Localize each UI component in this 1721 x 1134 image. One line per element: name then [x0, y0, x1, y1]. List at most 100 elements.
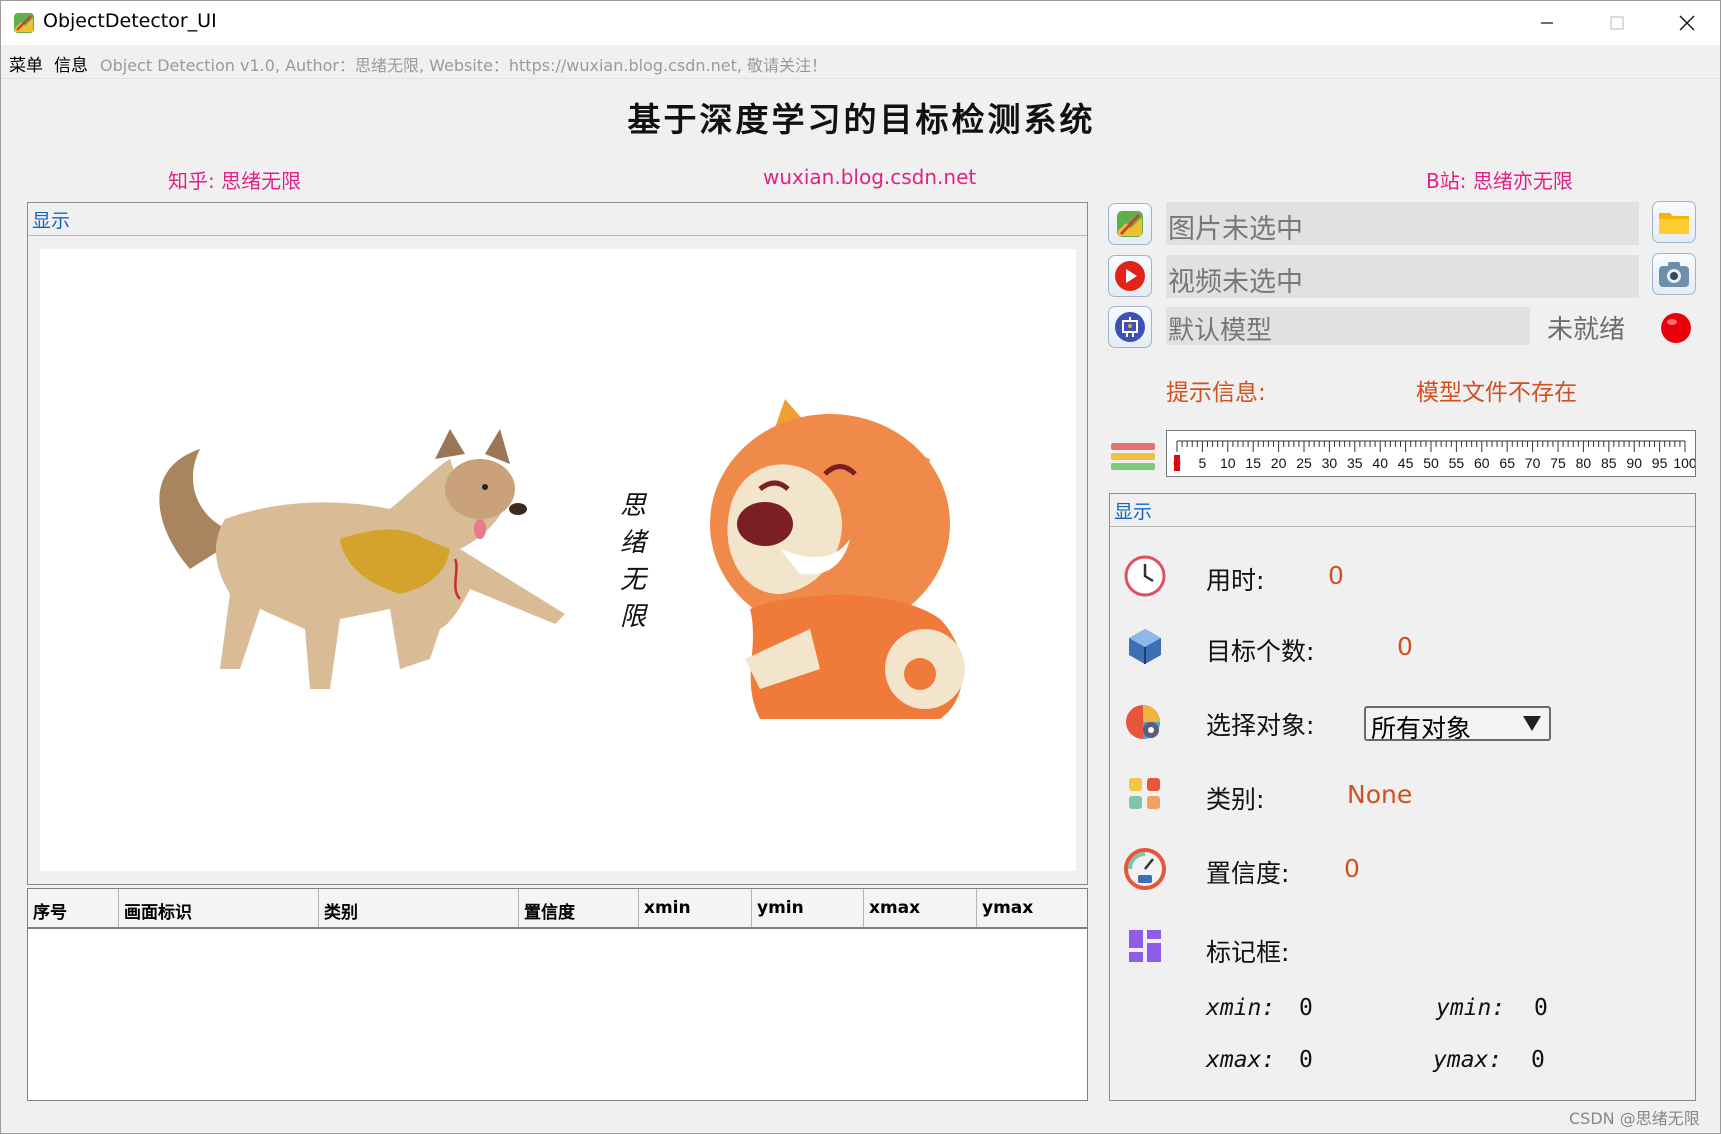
app-icon [14, 13, 34, 33]
category-icon [1129, 778, 1160, 809]
model-status-text: 未就绪 [1547, 315, 1626, 345]
divider [1110, 526, 1695, 527]
image-icon [1117, 211, 1143, 237]
count-value: 0 [1397, 632, 1413, 661]
slider-label: 95 [1652, 455, 1668, 471]
slider-scale: 0510152025303540455055606570758085909510… [1173, 440, 1697, 471]
time-label: 用时: [1206, 566, 1265, 595]
slider-label: 25 [1296, 455, 1312, 471]
column-header[interactable]: ymin [752, 889, 864, 927]
object-select-value: 所有对象 [1371, 714, 1472, 743]
threshold-slider[interactable]: 0510152025303540455055606570758085909510… [1166, 430, 1697, 477]
open-image-button[interactable] [1108, 203, 1152, 245]
walking-dog-image [159, 429, 565, 689]
window-title: ObjectDetector_UI [43, 10, 217, 32]
time-value: 0 [1328, 561, 1344, 590]
display-group: 显示 思 绪 无 限 [27, 202, 1088, 885]
column-header[interactable]: xmax [864, 889, 977, 927]
threshold-icon [1111, 443, 1155, 470]
clock-icon [1124, 555, 1166, 597]
table-header: 序号 画面标识 类别 置信度 xmin ymin xmax ymax [28, 889, 1087, 929]
camera-icon [1659, 262, 1689, 287]
sitting-dog-image [710, 399, 965, 719]
column-header[interactable]: ymax [977, 889, 1087, 927]
select-label: 选择对象: [1206, 711, 1315, 740]
slider-label: 15 [1245, 455, 1261, 471]
gauge-icon [1124, 848, 1166, 890]
slider-label: 10 [1220, 455, 1236, 471]
class-label: 类别: [1206, 785, 1265, 814]
maximize-button[interactable] [1582, 1, 1652, 45]
object-select[interactable]: 所有对象 [1364, 706, 1551, 743]
bounding-box-icon [1129, 930, 1161, 962]
slider-label: 50 [1423, 455, 1439, 471]
website-link[interactable]: wuxian.blog.csdn.net [763, 165, 976, 189]
ymax-label: ymax: [1433, 1047, 1503, 1073]
zhihu-link[interactable]: 知乎: 思绪无限 [168, 165, 301, 194]
count-label: 目标个数: [1206, 637, 1315, 666]
xmax-label: xmax: [1206, 1047, 1276, 1073]
column-header[interactable]: xmin [639, 889, 752, 927]
cube-icon [1129, 629, 1161, 664]
select-model-button[interactable] [1108, 306, 1152, 348]
column-header[interactable]: 类别 [319, 889, 519, 927]
slider-label: 20 [1271, 455, 1287, 471]
class-value: None [1347, 780, 1413, 809]
image-display: 思 绪 无 限 [40, 249, 1076, 871]
close-button[interactable] [1652, 1, 1721, 45]
image-path-field[interactable]: 图片未选中 [1166, 202, 1639, 245]
slider-label: 70 [1525, 455, 1541, 471]
xmax-value: 0 [1299, 1047, 1313, 1073]
open-folder-button[interactable] [1652, 201, 1696, 243]
model-icon [1115, 312, 1145, 342]
caption-char: 无 [620, 565, 649, 595]
page-title: 基于深度学习的目标检测系统 [627, 100, 1096, 139]
title-bar: ObjectDetector_UI [1, 1, 1720, 45]
folder-icon [1659, 213, 1689, 234]
ymin-value: 0 [1534, 995, 1548, 1021]
xmin-label: xmin: [1206, 995, 1276, 1021]
slider-label: 100 [1673, 455, 1695, 471]
app-window: ObjectDetector_UI 菜单 信息 Object Detection… [0, 0, 1721, 1134]
slider-label: 60 [1474, 455, 1490, 471]
dog-illustration: 思 绪 无 限 [159, 399, 965, 719]
caption-char: 绪 [620, 528, 650, 558]
slider-label: 85 [1601, 455, 1617, 471]
dropdown-arrow-icon [1523, 716, 1541, 731]
info-text: Object Detection v1.0, Author：思绪无限, Webs… [100, 56, 828, 75]
open-video-button[interactable] [1108, 255, 1152, 297]
display-group-title: 显示 [32, 210, 71, 232]
slider-label: 75 [1550, 455, 1566, 471]
results-table[interactable]: 序号 画面标识 类别 置信度 xmin ymin xmax ymax [27, 888, 1088, 1101]
video-path-field[interactable]: 视频未选中 [1166, 255, 1639, 298]
bilibili-link[interactable]: B站: 思绪亦无限 [1426, 165, 1573, 194]
slider-label: 80 [1576, 455, 1592, 471]
slider-handle[interactable] [1174, 455, 1180, 471]
status-indicator-icon [1661, 313, 1691, 343]
divider [28, 235, 1087, 236]
tip-message: 模型文件不存在 [1416, 380, 1577, 406]
minimize-button[interactable] [1512, 1, 1582, 45]
open-camera-button[interactable] [1652, 253, 1696, 295]
ymax-value: 0 [1531, 1047, 1545, 1073]
ymin-label: ymin: [1436, 995, 1506, 1021]
minimize-icon [1541, 22, 1553, 24]
confidence-label: 置信度: [1206, 859, 1290, 888]
close-icon [1679, 15, 1695, 31]
caption-char: 思 [620, 491, 648, 521]
column-header[interactable]: 画面标识 [119, 889, 319, 927]
gears-icon [1126, 705, 1160, 739]
column-header[interactable]: 置信度 [519, 889, 639, 927]
slider-label: 45 [1398, 455, 1414, 471]
model-path-field[interactable]: 默认模型 [1166, 307, 1530, 346]
menu-info[interactable]: 信息 [54, 51, 88, 76]
watermark: CSDN @思绪无限 [1569, 1109, 1700, 1128]
menu-main[interactable]: 菜单 [9, 51, 43, 76]
video-play-icon [1115, 261, 1145, 291]
bbox-label: 标记框: [1206, 938, 1290, 967]
tip-label: 提示信息: [1166, 380, 1266, 406]
caption-char: 限 [620, 602, 649, 632]
slider-label: 55 [1449, 455, 1465, 471]
result-group-title: 显示 [1114, 501, 1153, 523]
column-header[interactable]: 序号 [28, 889, 119, 927]
